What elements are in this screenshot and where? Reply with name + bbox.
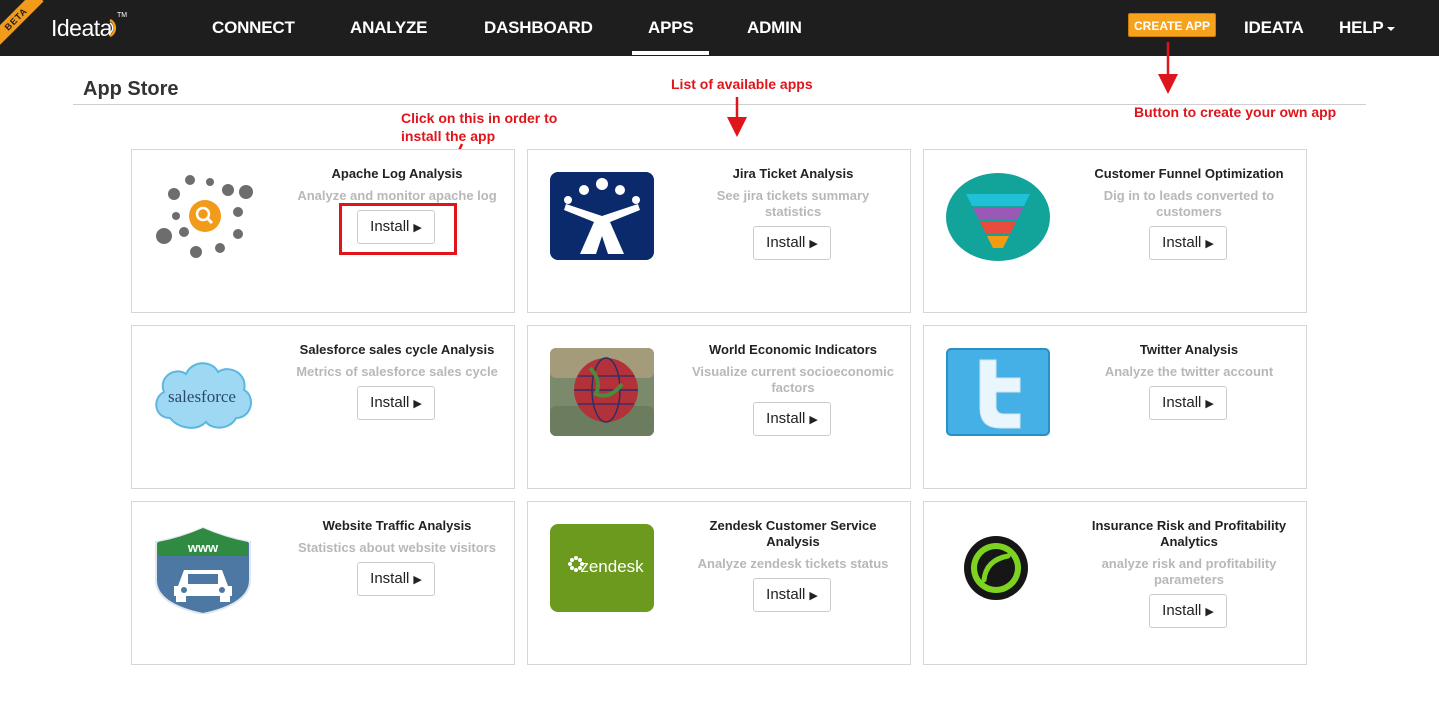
funnel-icon: [946, 172, 1052, 262]
app-title: Website Traffic Analysis: [322, 518, 472, 533]
install-label: Install: [370, 570, 410, 587]
play-icon: ▶: [1205, 606, 1214, 618]
app-description: Dig in to leads converted to customers: [1103, 188, 1275, 219]
app-description: Analyze and monitor apache log: [297, 188, 497, 203]
salesforce-logo-text: salesforce: [168, 387, 236, 406]
app-title: Jira Ticket Analysis: [732, 166, 854, 181]
install-button-website-traffic[interactable]: Install ▶: [357, 562, 435, 596]
play-icon: ▶: [1205, 238, 1214, 250]
install-button-twitter[interactable]: Install ▶: [1149, 386, 1227, 420]
play-icon: ▶: [1205, 398, 1214, 410]
salesforce-icon: salesforce: [150, 348, 256, 438]
app-card-website-traffic: www Website Traffic Analysis Statistics …: [131, 501, 515, 665]
install-button-world-economic[interactable]: Install ▶: [753, 402, 831, 436]
app-card-jira: Jira Ticket Analysis See jira tickets su…: [527, 149, 911, 313]
install-button-salesforce[interactable]: Install ▶: [357, 386, 435, 420]
install-button-jira[interactable]: Install ▶: [753, 226, 831, 260]
app-title: Salesforce sales cycle Analysis: [299, 342, 495, 357]
app-card-zendesk: zendesk Zendesk Customer Service Analysi…: [527, 501, 911, 665]
install-label: Install: [1162, 602, 1202, 619]
app-description: Metrics of salesforce sales cycle: [296, 364, 498, 379]
app-description: See jira tickets summary statistics: [716, 188, 870, 219]
www-text: www: [187, 540, 219, 555]
app-card-salesforce: salesforce Salesforce sales cycle Analys…: [131, 325, 515, 489]
app-description: Statistics about website visitors: [298, 540, 496, 555]
insurance-icon: [946, 524, 1052, 614]
install-button-zendesk[interactable]: Install ▶: [753, 578, 831, 612]
app-description: analyze risk and profitability parameter…: [1101, 556, 1277, 587]
install-label: Install: [1162, 234, 1202, 251]
install-label: Install: [766, 586, 806, 603]
install-label: Install: [766, 410, 806, 427]
install-button-funnel[interactable]: Install ▶: [1149, 226, 1227, 260]
install-label: Install: [1162, 394, 1202, 411]
jira-icon: [550, 172, 656, 262]
app-description: Analyze the twitter account: [1104, 364, 1274, 379]
app-title: Apache Log Analysis: [331, 166, 463, 181]
play-icon: ▶: [413, 398, 422, 410]
play-icon: ▶: [413, 574, 422, 586]
twitter-icon: [946, 348, 1052, 438]
app-card-apache: Apache Log Analysis Analyze and monitor …: [131, 149, 515, 313]
install-button-insurance[interactable]: Install ▶: [1149, 594, 1227, 628]
annotation-highlight-box: [339, 203, 457, 255]
app-card-twitter: Twitter Analysis Analyze the twitter acc…: [923, 325, 1307, 489]
play-icon: ▶: [809, 238, 818, 250]
app-title: Twitter Analysis: [1139, 342, 1239, 357]
play-icon: ▶: [809, 590, 818, 602]
apache-log-icon: [150, 172, 256, 262]
www-car-icon: www: [150, 524, 256, 616]
app-title: World Economic Indicators: [708, 342, 878, 357]
install-label: Install: [766, 234, 806, 251]
app-description: Analyze zendesk tickets status: [697, 556, 889, 571]
app-card-world-economic: World Economic Indicators Visualize curr…: [527, 325, 911, 489]
app-card-funnel: Customer Funnel Optimization Dig in to l…: [923, 149, 1307, 313]
app-title: Customer Funnel Optimization: [1094, 166, 1284, 181]
zendesk-icon: zendesk: [550, 524, 656, 614]
app-title: Insurance Risk and Profitability Analyti…: [1091, 518, 1287, 549]
install-label: Install: [370, 394, 410, 411]
play-icon: ▶: [809, 414, 818, 426]
app-card-insurance: Insurance Risk and Profitability Analyti…: [923, 501, 1307, 665]
globe-icon: [550, 348, 656, 438]
zendesk-logo-text: zendesk: [580, 557, 644, 576]
app-title: Zendesk Customer Service Analysis: [709, 518, 877, 549]
app-description: Visualize current socioeconomic factors: [691, 364, 895, 395]
